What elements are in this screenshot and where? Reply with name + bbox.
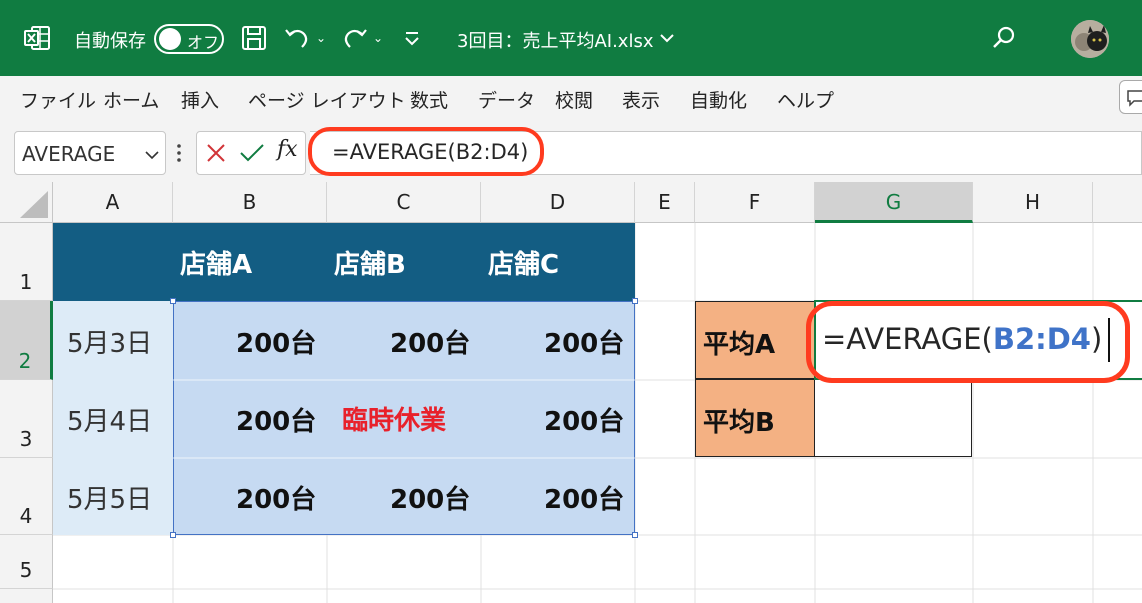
cell-b4[interactable]: 200台 bbox=[236, 479, 316, 516]
cell-b3[interactable]: 200台 bbox=[236, 401, 316, 438]
tab-review[interactable]: 校閲 bbox=[555, 86, 593, 113]
cell-d2[interactable]: 200台 bbox=[544, 323, 624, 360]
column-header-next[interactable] bbox=[1093, 182, 1142, 223]
autosave-label: 自動保存 bbox=[74, 31, 146, 52]
range-handle-bottom-left[interactable] bbox=[170, 532, 176, 538]
header-store-c[interactable]: 店舗C bbox=[488, 244, 559, 281]
tab-data[interactable]: データ bbox=[478, 86, 535, 113]
column-header-h[interactable]: H bbox=[973, 182, 1093, 223]
save-icon[interactable] bbox=[238, 22, 270, 54]
name-box-value: AVERAGE bbox=[22, 142, 116, 166]
enter-check-icon[interactable] bbox=[239, 142, 265, 164]
cancel-icon[interactable] bbox=[205, 142, 227, 164]
autosave-state: オフ bbox=[187, 33, 220, 52]
row-header-2[interactable]: 2 bbox=[0, 301, 53, 380]
cell-c2[interactable]: 200台 bbox=[390, 323, 470, 360]
title-bar: 自動保存 オフ ⌄ ⌄ 3回目：売上平均AI.xlsx bbox=[0, 0, 1142, 76]
avatar-cats-icon bbox=[1071, 20, 1109, 58]
tab-home[interactable]: ホーム bbox=[103, 86, 159, 113]
undo-chevron-icon[interactable]: ⌄ bbox=[316, 31, 326, 45]
row-number: 2 bbox=[18, 349, 32, 373]
column-header-b[interactable]: B bbox=[173, 182, 327, 223]
insert-function-fx-icon[interactable]: fx bbox=[277, 137, 298, 162]
toggle-knob bbox=[159, 28, 181, 50]
tab-insert[interactable]: 挿入 bbox=[181, 86, 219, 113]
cell-c4[interactable]: 200台 bbox=[390, 479, 470, 516]
row-header-4[interactable]: 4 bbox=[0, 458, 53, 535]
date-cell-a4[interactable]: 5月5日 bbox=[67, 479, 152, 516]
tab-page-layout[interactable]: ページ レイアウト bbox=[248, 86, 406, 113]
row-header-3[interactable]: 3 bbox=[0, 380, 53, 458]
range-handle-top-left[interactable] bbox=[170, 298, 176, 304]
row-number: 3 bbox=[19, 427, 33, 451]
column-header-a[interactable]: A bbox=[53, 182, 173, 223]
file-title[interactable]: 3回目：売上平均AI.xlsx bbox=[457, 27, 653, 53]
cell-b2[interactable]: 200台 bbox=[236, 323, 316, 360]
tab-formulas[interactable]: 数式 bbox=[410, 86, 448, 113]
tab-file[interactable]: ファイル bbox=[20, 86, 96, 113]
comments-button[interactable] bbox=[1119, 80, 1142, 114]
redo-chevron-icon[interactable]: ⌄ bbox=[373, 31, 383, 45]
comment-icon bbox=[1127, 90, 1142, 107]
name-box-chevron-icon[interactable] bbox=[145, 148, 159, 162]
column-header-g[interactable]: G bbox=[815, 182, 973, 223]
range-handle-bottom-right[interactable] bbox=[632, 532, 638, 538]
row-header-1[interactable]: 1 bbox=[0, 223, 53, 301]
range-handle-top-right[interactable] bbox=[632, 298, 638, 304]
customize-toolbar-icon[interactable] bbox=[396, 22, 428, 54]
cell-highlight-outline bbox=[806, 301, 1130, 383]
column-header-c[interactable]: C bbox=[327, 182, 481, 223]
column-header-d[interactable]: D bbox=[481, 182, 635, 223]
tab-view[interactable]: 表示 bbox=[622, 86, 660, 113]
date-cell-a2[interactable]: 5月3日 bbox=[67, 323, 152, 360]
date-cell-a3[interactable]: 5月4日 bbox=[67, 401, 152, 438]
undo-icon[interactable] bbox=[282, 22, 314, 54]
header-store-b[interactable]: 店舗B bbox=[334, 244, 406, 281]
header-store-a[interactable]: 店舗A bbox=[180, 244, 252, 281]
title-chevron-icon[interactable] bbox=[659, 30, 675, 46]
average-b-label: 平均B bbox=[703, 408, 775, 438]
row-header-6[interactable] bbox=[0, 589, 53, 603]
row-number: 5 bbox=[19, 558, 33, 582]
cell-g3[interactable] bbox=[814, 379, 972, 457]
tab-automate[interactable]: 自動化 bbox=[690, 86, 747, 113]
tab-help[interactable]: ヘルプ bbox=[777, 86, 834, 113]
excel-logo-icon[interactable] bbox=[24, 24, 50, 52]
avatar[interactable] bbox=[1071, 20, 1109, 58]
cell-f2-average-a[interactable]: 平均A bbox=[695, 301, 815, 379]
row-header-5[interactable]: 5 bbox=[0, 535, 53, 589]
redo-icon[interactable] bbox=[338, 22, 370, 54]
search-icon[interactable] bbox=[990, 24, 1018, 52]
ribbon-tab-bar: ファイル ホーム 挿入 ページ レイアウト 数式 データ 校閲 表示 自動化 ヘ… bbox=[0, 76, 1142, 122]
more-options-icon[interactable] bbox=[176, 143, 182, 163]
select-all-triangle-icon bbox=[20, 191, 48, 218]
column-header-e[interactable]: E bbox=[635, 182, 695, 223]
formula-highlight-outline bbox=[308, 127, 544, 176]
formula-buttons: fx bbox=[196, 131, 306, 175]
row-number: 4 bbox=[19, 504, 33, 528]
cell-c3-closed[interactable]: 臨時休業 bbox=[342, 400, 446, 437]
select-all-corner[interactable] bbox=[0, 182, 53, 223]
cell-d4[interactable]: 200台 bbox=[544, 479, 624, 516]
name-box[interactable]: AVERAGE bbox=[14, 131, 166, 175]
cell-d3[interactable]: 200台 bbox=[544, 401, 624, 438]
average-a-label: 平均A bbox=[703, 330, 776, 360]
autosave-toggle[interactable]: オフ bbox=[154, 24, 224, 54]
column-header-f[interactable]: F bbox=[695, 182, 815, 223]
row-number: 1 bbox=[19, 270, 33, 294]
cell-f3-average-b[interactable]: 平均B bbox=[695, 379, 815, 457]
